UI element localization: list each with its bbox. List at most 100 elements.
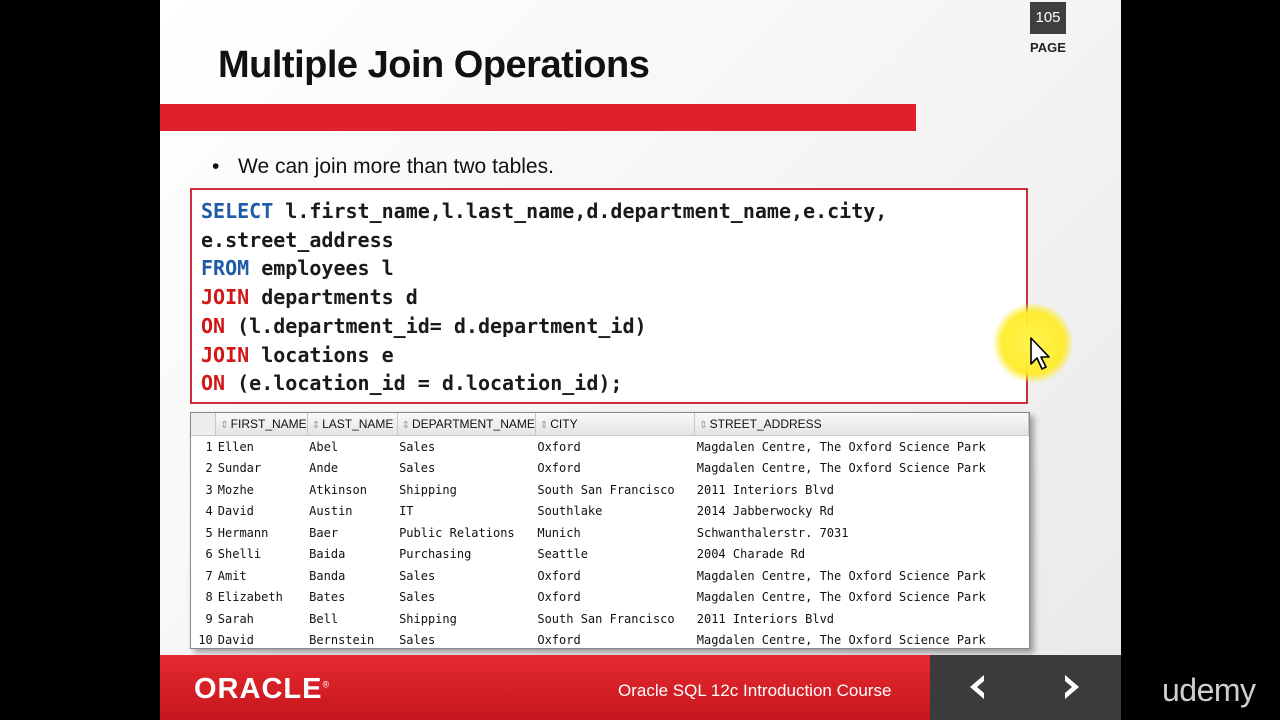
table-cell[interactable]: Oxford xyxy=(535,458,694,480)
table-cell[interactable]: Magdalen Centre, The Oxford Science Park xyxy=(695,630,1029,649)
table-row[interactable]: 2 Sundar Ande Sales Oxford Magdalen Centre, T… xyxy=(191,458,1029,480)
slide-navigation xyxy=(930,655,1121,720)
oracle-logo: ORACLE® xyxy=(194,673,331,705)
sort-icon: ⇕ xyxy=(220,420,229,431)
keyword-select: SELECT xyxy=(201,199,274,223)
page-number-badge: 105 xyxy=(1030,2,1066,34)
table-cell[interactable]: Mozhe xyxy=(216,479,307,501)
page-label: PAGE xyxy=(1030,40,1066,55)
table-cell[interactable]: David xyxy=(216,630,307,649)
table-cell[interactable]: Oxford xyxy=(535,436,694,458)
table-cell[interactable]: Seattle xyxy=(535,544,694,566)
table-cell[interactable]: Sales xyxy=(397,565,535,587)
sort-icon: ⇕ xyxy=(311,420,321,431)
table-cell[interactable]: 2004 Charade Rd xyxy=(695,544,1029,566)
table-cell[interactable]: Atkinson xyxy=(307,479,397,501)
table-cell[interactable]: Shipping xyxy=(397,479,535,501)
table-cell[interactable]: Bernstein xyxy=(307,630,397,649)
table-cell[interactable]: Purchasing xyxy=(397,544,535,566)
slide: 105 PAGE Multiple Join Operations • We ca… xyxy=(160,0,1121,720)
table-cell[interactable]: South San Francisco xyxy=(535,608,694,630)
table-cell[interactable]: Baer xyxy=(307,522,397,544)
row-number: 7 xyxy=(205,568,213,583)
column-header[interactable]: ⇕ CITY xyxy=(535,413,696,436)
table-cell[interactable]: Sales xyxy=(397,458,535,480)
bullet-icon: • xyxy=(212,155,220,178)
table-row[interactable]: 3 Mozhe Atkinson Shipping South San Francisc… xyxy=(191,479,1029,501)
table-row[interactable]: 4 David Austin IT Southlake 2014 Jabberwocky … xyxy=(191,501,1029,523)
table-cell[interactable]: Amit xyxy=(216,565,307,587)
row-number: 6 xyxy=(205,547,213,562)
query-result-grid: ⇕ FIRST_NAME ⇕ LAST_NAME ⇕ DEPARTMENT_NAME … xyxy=(190,412,1030,649)
table-cell[interactable]: Schwanthalerstr. 7031 xyxy=(695,522,1029,544)
result-body: 1 Ellen Abel Sales Oxford Magdalen Centre, Th… xyxy=(191,436,1029,649)
table-row[interactable]: 10 David Bernstein Sales Oxford Magdalen Cent… xyxy=(191,630,1029,649)
table-cell[interactable]: IT xyxy=(397,501,535,523)
table-cell[interactable]: Shelli xyxy=(216,544,307,566)
column-header[interactable]: ⇕ FIRST_NAME xyxy=(215,413,308,436)
row-number: 9 xyxy=(205,611,213,626)
code-line-5: (l.department_id= d.department_id) xyxy=(225,313,647,338)
previous-slide-button[interactable] xyxy=(960,669,996,705)
table-cell[interactable]: Baida xyxy=(307,544,397,566)
table-cell[interactable]: Austin xyxy=(307,501,397,523)
table-cell[interactable]: Magdalen Centre, The Oxford Science Park xyxy=(695,565,1029,587)
sort-icon: ⇕ xyxy=(699,420,708,431)
keyword-join: JOIN xyxy=(201,285,250,310)
table-cell[interactable]: Oxford xyxy=(535,587,694,609)
table-cell[interactable]: Bell xyxy=(307,608,397,630)
table-cell[interactable]: Sales xyxy=(397,587,535,609)
table-cell[interactable]: Elizabeth xyxy=(216,587,307,609)
table-cell[interactable]: Banda xyxy=(307,565,397,587)
table-row[interactable]: 6 Shelli Baida Purchasing Seattle 2004 Charad… xyxy=(191,544,1029,566)
keyword-join: JOIN xyxy=(201,342,250,367)
code-line-6: locations e xyxy=(249,342,394,367)
table-cell[interactable]: David xyxy=(216,501,307,523)
table-cell[interactable]: Southlake xyxy=(535,501,694,523)
row-number: 2 xyxy=(205,461,213,476)
bullet-point: • We can join more than two tables. xyxy=(212,155,554,179)
table-cell[interactable]: Oxford xyxy=(535,565,694,587)
row-number-header xyxy=(191,413,217,436)
table-cell[interactable]: Sales xyxy=(397,630,535,649)
table-cell[interactable]: Ande xyxy=(307,458,397,480)
next-slide-button[interactable] xyxy=(1053,669,1089,705)
table-cell[interactable]: Magdalen Centre, The Oxford Science Park xyxy=(695,436,1029,458)
table-row[interactable]: 9 Sarah Bell Shipping South San Francisco 201… xyxy=(191,608,1029,630)
keyword-on: ON xyxy=(201,371,226,396)
table-cell[interactable]: Public Relations xyxy=(397,522,535,544)
table-row[interactable]: 1 Ellen Abel Sales Oxford Magdalen Centre, Th… xyxy=(191,436,1029,458)
row-number: 4 xyxy=(205,504,213,519)
column-header[interactable]: ⇕ STREET_ADDRESS xyxy=(694,413,1029,436)
table-cell[interactable]: Bates xyxy=(307,587,397,609)
course-title: Oracle SQL 12c Introduction Course xyxy=(618,681,892,700)
chevron-right-icon xyxy=(1065,675,1079,699)
table-cell[interactable]: Sarah xyxy=(216,608,307,630)
table-cell[interactable]: Magdalen Centre, The Oxford Science Park xyxy=(695,587,1029,609)
table-cell[interactable]: Ellen xyxy=(216,436,307,458)
table-cell[interactable]: 2011 Interiors Blvd xyxy=(695,608,1029,630)
table-cell[interactable]: 2014 Jabberwocky Rd xyxy=(695,501,1029,523)
row-number: 5 xyxy=(205,525,213,540)
table-cell[interactable]: South San Francisco xyxy=(535,479,694,501)
code-line-4: departments d xyxy=(249,285,418,310)
chevron-left-icon xyxy=(970,675,984,699)
keyword-on: ON xyxy=(201,313,226,338)
table-cell[interactable]: Magdalen Centre, The Oxford Science Park xyxy=(695,458,1029,480)
table-cell[interactable]: Hermann xyxy=(216,522,307,544)
column-header[interactable]: ⇕ LAST_NAME xyxy=(307,413,398,436)
table-cell[interactable]: Munich xyxy=(535,522,694,544)
table-row[interactable]: 5 Hermann Baer Public Relations Munich Schwan… xyxy=(191,522,1029,544)
table-cell[interactable]: Abel xyxy=(307,436,397,458)
table-cell[interactable]: Sundar xyxy=(216,458,307,480)
table-cell[interactable]: Oxford xyxy=(535,630,694,649)
result-header-row: ⇕ FIRST_NAME ⇕ LAST_NAME ⇕ DEPARTMENT_NAME … xyxy=(191,413,1029,436)
table-cell[interactable]: 2011 Interiors Blvd xyxy=(695,479,1029,501)
table-cell[interactable]: Shipping xyxy=(397,608,535,630)
slide-footer: ORACLE® Oracle SQL 12c Introduction Cour… xyxy=(160,655,1121,720)
table-cell[interactable]: Sales xyxy=(397,436,535,458)
result-table: ⇕ FIRST_NAME ⇕ LAST_NAME ⇕ DEPARTMENT_NAME … xyxy=(191,413,1029,649)
table-row[interactable]: 7 Amit Banda Sales Oxford Magdalen Centre, Th… xyxy=(191,565,1029,587)
column-header[interactable]: ⇕ DEPARTMENT_NAME xyxy=(397,413,536,436)
table-row[interactable]: 8 Elizabeth Bates Sales Oxford Magdalen Centr… xyxy=(191,587,1029,609)
